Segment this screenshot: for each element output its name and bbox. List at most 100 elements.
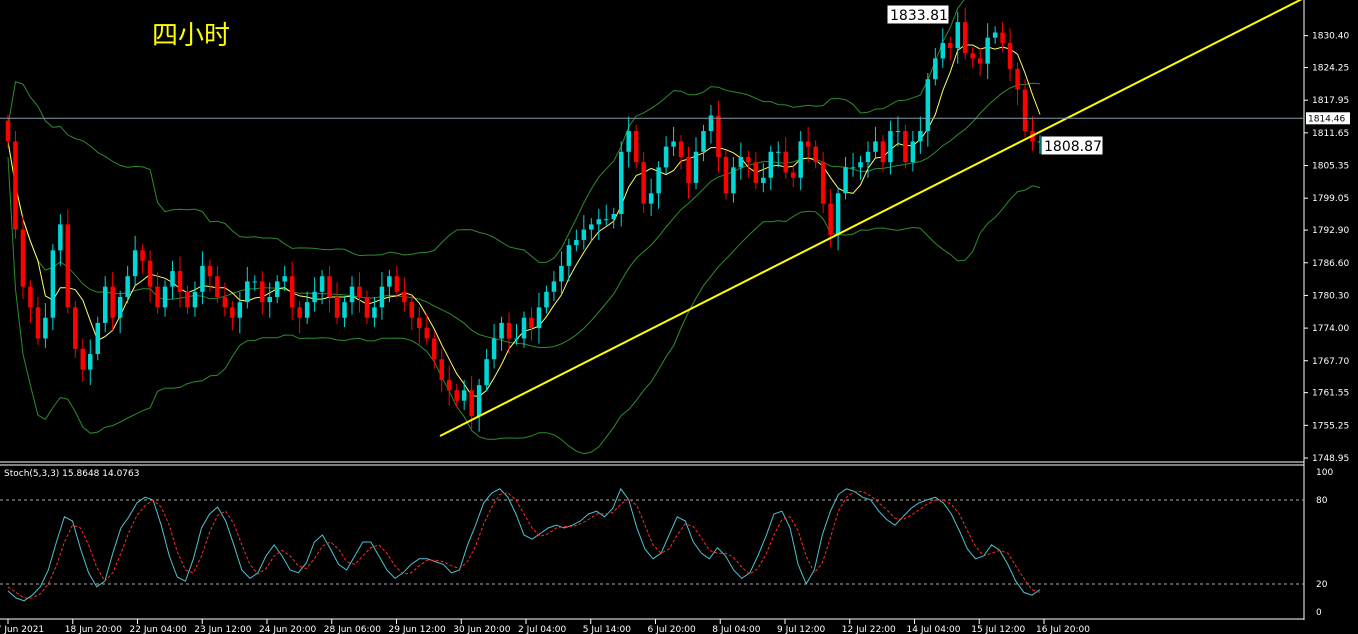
candle-body xyxy=(888,131,893,163)
candle-body xyxy=(245,281,250,303)
candle-body xyxy=(469,390,474,417)
candle-body xyxy=(73,307,78,349)
candle-body xyxy=(58,224,63,251)
timeframe-title: 四小时 xyxy=(152,21,230,51)
price-tick-label: 1767.70 xyxy=(1312,357,1349,367)
candle-body xyxy=(446,379,452,391)
high-label: 1833.81 xyxy=(890,8,948,24)
candle-body xyxy=(641,162,646,204)
time-tick-label: 30 Jun 20:00 xyxy=(453,625,510,634)
candle-body xyxy=(289,276,295,308)
candle-body xyxy=(873,141,878,152)
candle-body xyxy=(858,162,863,168)
candle-body xyxy=(200,265,205,292)
candle-body xyxy=(499,322,504,339)
candle-body xyxy=(342,302,347,318)
candle-body xyxy=(880,141,886,163)
candle-body xyxy=(43,317,48,339)
candle-body xyxy=(125,276,130,297)
price-tick-label: 1799.05 xyxy=(1312,194,1349,204)
candle-body xyxy=(13,141,18,230)
chart-background xyxy=(0,0,1358,634)
candle-body xyxy=(274,281,280,297)
candle-body xyxy=(28,286,33,308)
stoch-indicator-label: Stoch(5,3,3) 15.8648 14.0763 xyxy=(4,469,139,479)
candle-body xyxy=(394,276,400,292)
candle-body xyxy=(992,32,998,38)
price-tick-label: 1792.90 xyxy=(1312,226,1349,236)
time-tick-label: 28 Jun 06:00 xyxy=(324,625,381,634)
candle-body xyxy=(761,177,766,183)
candle-body xyxy=(514,338,519,340)
candle-body xyxy=(215,276,220,297)
candle-body xyxy=(162,286,168,308)
time-tick-label: 23 Jun 12:00 xyxy=(194,625,251,634)
candle-body xyxy=(843,167,848,194)
candle-body xyxy=(140,250,145,261)
candle-body xyxy=(895,131,901,133)
time-tick-label: 12 Jul 22:00 xyxy=(842,625,896,634)
time-tick-label: 15 Jul 12:00 xyxy=(971,625,1025,634)
candle-body xyxy=(102,286,108,323)
candle-body xyxy=(132,250,138,277)
low-label: 1808.87 xyxy=(1044,139,1102,155)
candle-body xyxy=(282,276,287,282)
candle-body xyxy=(529,317,534,329)
candle-body xyxy=(147,260,153,287)
candle-body xyxy=(962,22,968,54)
candle-body xyxy=(790,172,796,178)
candle-body xyxy=(349,286,355,303)
candle-body xyxy=(746,156,751,163)
candle-body xyxy=(663,146,669,168)
candle-body xyxy=(536,307,542,329)
stoch-tick-label: 0 xyxy=(1316,608,1322,618)
candle-body xyxy=(110,286,115,318)
candle-body xyxy=(267,296,272,303)
candle-body xyxy=(753,162,759,183)
candle-body xyxy=(678,141,684,157)
candle-body xyxy=(117,296,123,318)
candle-body xyxy=(476,385,482,417)
candle-body xyxy=(170,271,175,287)
candle-body xyxy=(297,307,302,318)
candle-body xyxy=(185,291,190,308)
candle-body xyxy=(850,167,856,169)
candle-body xyxy=(319,276,325,292)
candle-body xyxy=(828,203,833,235)
price-tick-label: 1755.25 xyxy=(1312,421,1349,431)
candle-body xyxy=(985,37,990,64)
candle-body xyxy=(626,131,631,152)
candle-body xyxy=(1015,68,1020,90)
candle-body xyxy=(970,53,975,59)
candle-body xyxy=(611,214,616,220)
candle-body xyxy=(559,265,564,282)
candle-body xyxy=(334,296,340,318)
candle-body xyxy=(312,291,317,303)
candle-body xyxy=(155,286,160,308)
candle-body xyxy=(20,229,26,287)
candle-body xyxy=(918,131,923,142)
candle-body xyxy=(783,151,788,173)
time-tick-label: 2 Jul 04:00 xyxy=(518,625,567,634)
candle-body xyxy=(671,141,676,147)
price-tick-label: 1830.40 xyxy=(1312,32,1349,42)
candle-body xyxy=(1022,89,1028,132)
candle-body xyxy=(50,250,56,318)
candle-body xyxy=(618,151,624,215)
candle-body xyxy=(835,193,841,235)
candle-body xyxy=(813,146,818,163)
stoch-tick-label: 100 xyxy=(1316,468,1333,478)
candle-body xyxy=(731,167,736,194)
candle-body xyxy=(65,224,71,308)
candle-body xyxy=(798,141,803,178)
time-tick-label: 9 Jul 12:00 xyxy=(777,625,826,634)
candle-body xyxy=(738,156,744,168)
candle-body xyxy=(948,42,953,49)
candle-body xyxy=(88,354,93,370)
candle-body xyxy=(1000,32,1005,43)
price-tick-label: 1824.25 xyxy=(1312,64,1349,74)
candle-body xyxy=(574,239,579,246)
stoch-tick-label: 80 xyxy=(1316,496,1328,506)
candle-body xyxy=(977,58,983,64)
time-tick-label: 24 Jun 20:00 xyxy=(259,625,316,634)
